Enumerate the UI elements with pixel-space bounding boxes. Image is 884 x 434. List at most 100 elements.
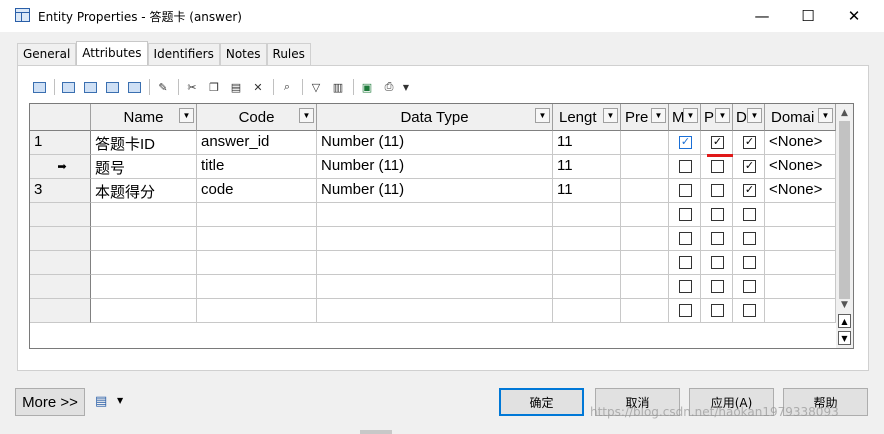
displayed-checkbox[interactable] bbox=[743, 256, 756, 269]
properties-icon[interactable] bbox=[29, 78, 49, 96]
tab-attributes[interactable]: Attributes bbox=[76, 41, 148, 65]
more-button[interactable]: More >> bbox=[15, 388, 85, 416]
cell-length[interactable] bbox=[553, 251, 621, 275]
insert-row-icon[interactable] bbox=[80, 78, 100, 96]
cell-name[interactable]: 答题卡ID bbox=[91, 131, 197, 155]
cell-row-label[interactable]: 1 bbox=[30, 131, 91, 155]
cell-length[interactable] bbox=[553, 275, 621, 299]
empty-table-row[interactable] bbox=[30, 227, 836, 251]
delete-icon[interactable]: ✕ bbox=[248, 78, 268, 96]
cell-mandatory[interactable] bbox=[669, 299, 701, 323]
scroll-right-icon[interactable]: ▶ bbox=[820, 348, 834, 349]
cell-precision[interactable] bbox=[621, 179, 669, 203]
cell-displayed[interactable] bbox=[733, 251, 765, 275]
cell-length[interactable]: 11 bbox=[553, 131, 621, 155]
cell-length[interactable]: 11 bbox=[553, 155, 621, 179]
cut-icon[interactable]: ✂ bbox=[182, 78, 202, 96]
cell-displayed[interactable] bbox=[733, 275, 765, 299]
cell-data-type[interactable]: Number (11) bbox=[317, 179, 553, 203]
mandatory-checkbox[interactable] bbox=[679, 160, 692, 173]
cell-primary[interactable] bbox=[701, 227, 733, 251]
cell-domain[interactable] bbox=[765, 227, 836, 251]
cell-data-type[interactable] bbox=[317, 203, 553, 227]
cell-displayed[interactable]: ✓ bbox=[733, 179, 765, 203]
mandatory-checkbox[interactable] bbox=[679, 280, 692, 293]
empty-table-row[interactable] bbox=[30, 275, 836, 299]
table-row[interactable]: ➡ 题号 title Number (11) 11 ✓ <None> bbox=[30, 155, 836, 179]
cell-displayed[interactable] bbox=[733, 203, 765, 227]
primary-checkbox[interactable] bbox=[711, 208, 724, 221]
cell-primary[interactable] bbox=[701, 275, 733, 299]
mandatory-checkbox[interactable]: ✓ bbox=[679, 136, 692, 149]
empty-table-row[interactable] bbox=[30, 251, 836, 275]
cell-name[interactable] bbox=[91, 203, 197, 227]
customize-columns-icon[interactable]: ▥ bbox=[328, 78, 348, 96]
cell-data-type[interactable] bbox=[317, 299, 553, 323]
displayed-checkbox[interactable]: ✓ bbox=[743, 136, 756, 149]
cell-primary[interactable] bbox=[701, 299, 733, 323]
displayed-checkbox[interactable] bbox=[743, 280, 756, 293]
cell-row-label[interactable]: 3 bbox=[30, 179, 91, 203]
displayed-checkbox[interactable] bbox=[743, 232, 756, 245]
primary-checkbox[interactable] bbox=[711, 304, 724, 317]
cell-code[interactable] bbox=[197, 227, 317, 251]
cell-primary[interactable] bbox=[701, 155, 733, 179]
table-row[interactable]: 1 答题卡ID answer_id Number (11) 11 ✓ ✓ ✓ <None> bbox=[30, 131, 836, 155]
cell-code[interactable]: code bbox=[197, 179, 317, 203]
cell-code[interactable] bbox=[197, 203, 317, 227]
mandatory-checkbox[interactable] bbox=[679, 256, 692, 269]
cell-length[interactable] bbox=[553, 299, 621, 323]
cell-data-type[interactable] bbox=[317, 275, 553, 299]
cell-precision[interactable] bbox=[621, 275, 669, 299]
horizontal-scrollbar[interactable]: ◀ ▶ bbox=[150, 348, 836, 349]
print-dropdown-icon[interactable]: ▼ bbox=[401, 78, 411, 96]
cell-code[interactable]: title bbox=[197, 155, 317, 179]
close-button[interactable]: ✕ bbox=[831, 0, 877, 32]
cell-row-label[interactable] bbox=[30, 299, 91, 323]
mandatory-checkbox[interactable] bbox=[679, 184, 692, 197]
chevron-down-icon[interactable]: ▼ bbox=[683, 108, 698, 123]
chevron-down-icon[interactable]: ▼ bbox=[603, 108, 618, 123]
chevron-down-icon[interactable]: ▼ bbox=[299, 108, 314, 123]
cell-row-label[interactable] bbox=[30, 251, 91, 275]
column-header-domain[interactable]: Domai ▼ bbox=[765, 104, 836, 131]
chevron-down-icon[interactable]: ▼ bbox=[651, 108, 666, 123]
filter-icon[interactable]: ▽ bbox=[306, 78, 326, 96]
vertical-scroll-thumb[interactable] bbox=[839, 121, 850, 299]
mandatory-checkbox[interactable] bbox=[679, 208, 692, 221]
cell-row-label[interactable] bbox=[30, 275, 91, 299]
cell-length[interactable]: 11 bbox=[553, 179, 621, 203]
cell-row-label[interactable] bbox=[30, 227, 91, 251]
scroll-up-icon[interactable]: ▲ bbox=[836, 104, 853, 121]
displayed-checkbox[interactable] bbox=[743, 208, 756, 221]
chevron-down-icon[interactable]: ▼ bbox=[747, 108, 762, 123]
cell-mandatory[interactable]: ✓ bbox=[669, 131, 701, 155]
cell-mandatory[interactable] bbox=[669, 203, 701, 227]
cell-code[interactable] bbox=[197, 251, 317, 275]
cell-domain[interactable] bbox=[765, 203, 836, 227]
minimize-button[interactable]: — bbox=[739, 0, 785, 32]
primary-checkbox[interactable] bbox=[711, 280, 724, 293]
menu-icon[interactable]: ▤ bbox=[95, 394, 107, 409]
column-header-displayed[interactable]: D ▼ bbox=[733, 104, 765, 131]
chevron-down-icon[interactable]: ▼ bbox=[179, 108, 194, 123]
column-header-name[interactable]: Name ▼ bbox=[91, 104, 197, 131]
cell-domain[interactable] bbox=[765, 275, 836, 299]
cell-domain[interactable]: <None> bbox=[765, 131, 836, 155]
displayed-checkbox[interactable]: ✓ bbox=[743, 160, 756, 173]
cell-primary[interactable] bbox=[701, 179, 733, 203]
column-header-precision[interactable]: Pre ▼ bbox=[621, 104, 669, 131]
empty-table-row[interactable] bbox=[30, 299, 836, 323]
ok-button[interactable]: 确定 bbox=[499, 388, 584, 416]
cell-precision[interactable] bbox=[621, 203, 669, 227]
cell-length[interactable] bbox=[553, 203, 621, 227]
cell-domain[interactable] bbox=[765, 299, 836, 323]
page-down-icon[interactable]: ▼ bbox=[838, 331, 851, 345]
cell-code[interactable] bbox=[197, 275, 317, 299]
column-header-length[interactable]: Lengt ▼ bbox=[553, 104, 621, 131]
cell-code[interactable]: answer_id bbox=[197, 131, 317, 155]
cell-name[interactable] bbox=[91, 251, 197, 275]
cell-data-type[interactable]: Number (11) bbox=[317, 155, 553, 179]
scroll-down-icon[interactable]: ▼ bbox=[836, 296, 853, 313]
page-up-icon[interactable]: ▲ bbox=[838, 314, 851, 328]
